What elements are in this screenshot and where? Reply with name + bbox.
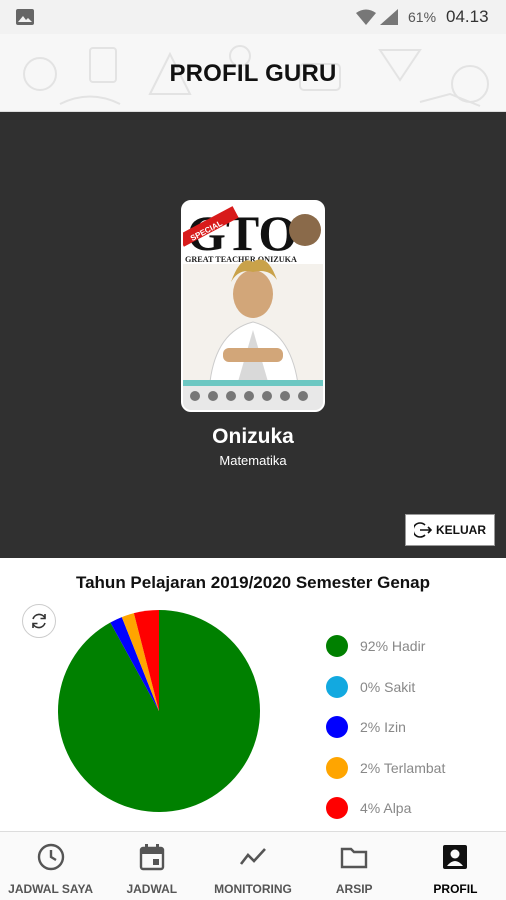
nav-item-jadwal[interactable]: JADWAL bbox=[101, 832, 202, 900]
legend-label: 2% Izin bbox=[360, 719, 406, 736]
gallery-icon bbox=[16, 9, 34, 25]
profile-name: Onizuka bbox=[212, 425, 294, 448]
legend-item: 4% Alpa bbox=[326, 788, 445, 829]
attendance-pie-chart bbox=[57, 610, 261, 812]
chart-legend: 92% Hadir 0% Sakit 2% Izin 2% Terlambat 4% A… bbox=[326, 626, 445, 829]
legend-dot bbox=[326, 797, 348, 820]
nav-label: ARSIP bbox=[335, 882, 373, 896]
nav-label: JADWAL SAYA bbox=[8, 882, 94, 896]
profile-panel: GTO SPECIAL GREAT TEACHER ONIZUKA Onizuk… bbox=[0, 112, 506, 558]
signal-icon bbox=[380, 9, 398, 25]
calendar-icon bbox=[139, 844, 164, 871]
app-header: PROFIL GURU bbox=[0, 34, 506, 112]
legend-label: 92% Hadir bbox=[360, 638, 426, 655]
status-bar: 61% 04.13 bbox=[0, 0, 506, 34]
legend-label: 2% Terlambat bbox=[360, 759, 446, 776]
clock-time: 04.13 bbox=[446, 7, 489, 26]
nav-label: MONITORING bbox=[214, 882, 292, 896]
profile-icon bbox=[443, 845, 468, 869]
wifi-icon bbox=[356, 9, 376, 25]
folder-icon bbox=[341, 847, 368, 869]
logout-label: KELUAR bbox=[436, 523, 486, 537]
legend-item: 2% Terlambat bbox=[326, 748, 445, 789]
stats-title: Tahun Pelajaran 2019/2020 Semester Genap bbox=[75, 573, 431, 592]
legend-item: 92% Hadir bbox=[326, 626, 445, 667]
refresh-icon bbox=[32, 613, 46, 629]
avatar-image: GTO SPECIAL GREAT TEACHER ONIZUKA bbox=[183, 202, 323, 410]
battery-percent: 61% bbox=[408, 9, 437, 25]
nav-item-jadwal-saya[interactable]: JADWAL SAYA bbox=[0, 832, 101, 900]
legend-dot bbox=[326, 756, 348, 779]
legend-label: 0% Sakit bbox=[360, 678, 416, 695]
nav-label: JADWAL bbox=[126, 882, 178, 896]
nav-item-arsip[interactable]: ARSIP bbox=[304, 832, 405, 900]
chart-line-icon bbox=[239, 848, 266, 865]
bottom-nav: JADWAL SAYA JADWAL MONITORING ARSIP PROF… bbox=[0, 831, 506, 900]
legend-dot bbox=[326, 675, 348, 698]
avatar-subtitle-text: GREAT TEACHER ONIZUKA bbox=[185, 255, 297, 264]
nav-item-profil[interactable]: PROFIL bbox=[405, 832, 506, 900]
profile-subject: Matematika bbox=[219, 453, 287, 468]
legend-item: 0% Sakit bbox=[326, 667, 445, 708]
legend-dot bbox=[326, 716, 348, 739]
avatar: GTO SPECIAL GREAT TEACHER ONIZUKA bbox=[181, 200, 325, 412]
legend-item: 2% Izin bbox=[326, 707, 445, 748]
nav-label: PROFIL bbox=[433, 882, 478, 896]
nav-item-monitoring[interactable]: MONITORING bbox=[202, 832, 303, 900]
refresh-button[interactable] bbox=[22, 604, 56, 638]
clock-icon bbox=[37, 843, 64, 871]
logout-icon bbox=[414, 522, 432, 538]
legend-label: 4% Alpa bbox=[360, 800, 412, 817]
legend-dot bbox=[326, 635, 348, 658]
logout-button[interactable]: KELUAR bbox=[405, 514, 495, 546]
page-title: PROFIL GURU bbox=[169, 60, 337, 87]
